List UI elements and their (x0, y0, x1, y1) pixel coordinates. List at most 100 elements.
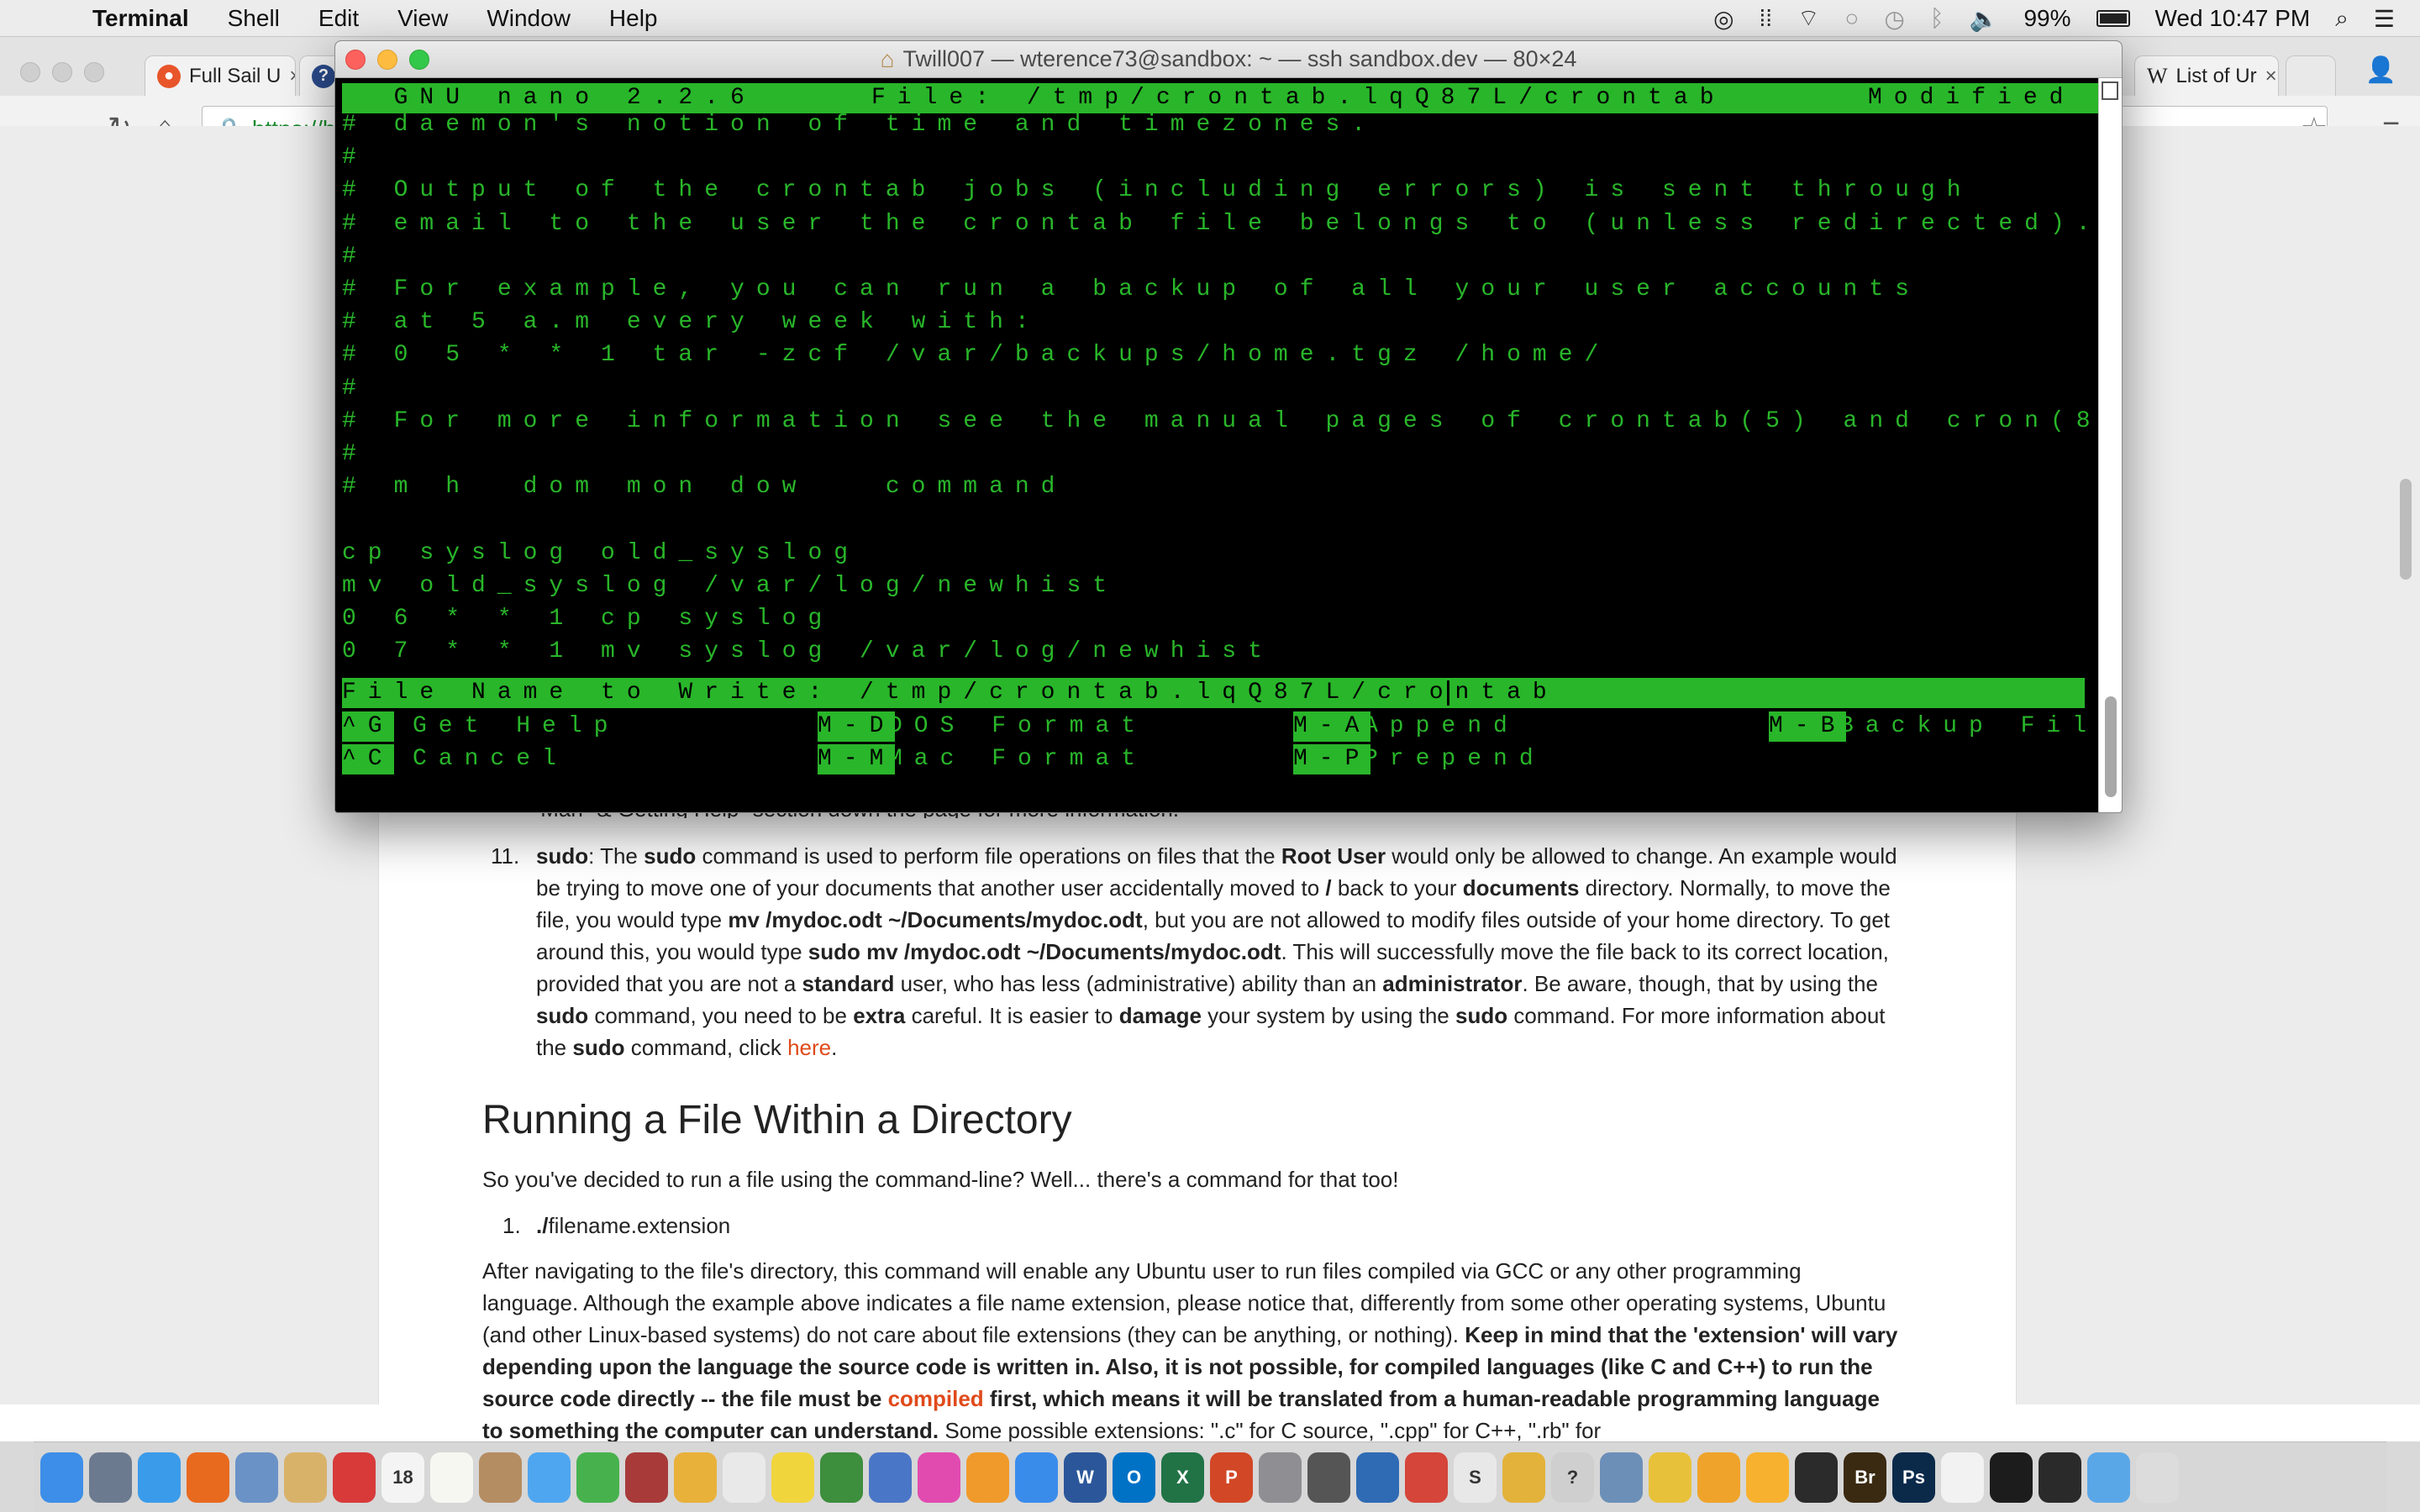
clock[interactable]: Wed 10:47 PM (2155, 5, 2311, 32)
bridge-icon[interactable]: Br (1844, 1452, 1886, 1503)
buffer-line[interactable]: mv old_syslog /var/log/newhist (342, 571, 2098, 601)
excel-icon[interactable]: X (1161, 1452, 1204, 1503)
shortcut-key[interactable]: ^G (342, 711, 394, 742)
outlook-icon[interactable]: O (1113, 1452, 1155, 1503)
chrome-icon[interactable] (1649, 1452, 1691, 1503)
system-preferences-icon[interactable] (1259, 1452, 1302, 1503)
battery-icon[interactable] (2096, 10, 2130, 27)
buffer-line[interactable]: # m h dom mon dow command (342, 472, 2098, 502)
photoshop-icon[interactable]: Ps (1892, 1452, 1935, 1503)
shortcut-key[interactable]: M-P (1293, 744, 1371, 774)
notification-center-icon[interactable]: ☰ (2374, 5, 2395, 33)
browser-max-dot[interactable] (84, 62, 104, 82)
word-icon[interactable]: W (1064, 1452, 1107, 1503)
numbers-icon[interactable] (820, 1452, 863, 1503)
safari-icon[interactable] (138, 1452, 181, 1503)
buffer-line[interactable]: # at 5 a.m every week with: (342, 307, 2098, 338)
script-editor-icon[interactable] (723, 1452, 765, 1503)
ibooks-icon[interactable] (966, 1452, 1009, 1503)
activity-icon[interactable] (1307, 1452, 1350, 1503)
buffer-line[interactable] (342, 505, 2098, 535)
buffer-line[interactable]: 0 7 * * 1 mv syslog /var/log/newhist (342, 637, 2098, 667)
box-icon[interactable] (1600, 1452, 1643, 1503)
browser-tab-fullsail[interactable]: ● Full Sail U × (145, 55, 296, 96)
buffer-line[interactable]: # (342, 374, 2098, 404)
folder-icon[interactable] (2087, 1452, 2130, 1503)
buffer-line[interactable]: # (342, 439, 2098, 470)
creative-cloud-icon[interactable]: ◎ (1713, 5, 1733, 33)
shortcut-key[interactable]: ^C (342, 744, 394, 774)
speech-icon[interactable] (1405, 1452, 1448, 1503)
nano-editor[interactable]: GNU nano 2.2.6 File: /tmp/crontab.lqQ87L… (342, 83, 2098, 807)
terminal-titlebar[interactable]: ⌂ Twill007 — wterence73@sandbox: ~ — ssh… (335, 41, 2122, 78)
photo-booth-2-icon[interactable] (625, 1452, 668, 1503)
shortcut-key[interactable]: M-B (1769, 711, 1847, 742)
new-tab-button[interactable] (2286, 55, 2336, 96)
terminal-scrollbar[interactable] (2105, 696, 2117, 797)
shortcut-key[interactable]: M-A (1293, 711, 1371, 742)
buffer-line[interactable]: # daemon's notion of time and timezones. (342, 110, 2098, 140)
buffer-line[interactable]: # Output of the crontab jobs (including … (342, 176, 2098, 206)
sketch-icon[interactable] (1746, 1452, 1789, 1503)
volume-icon[interactable]: 🔈 (1970, 5, 1999, 33)
page-scrollbar[interactable] (2400, 479, 2412, 580)
contacts-icon[interactable] (479, 1452, 522, 1503)
tower-icon[interactable] (1502, 1452, 1545, 1503)
profile-icon[interactable]: 👤 (2365, 55, 2396, 85)
scrivener-icon[interactable]: S (1454, 1452, 1497, 1503)
buffer-line[interactable]: # (342, 242, 2098, 272)
bluetooth-icon[interactable]: ᛒ (1930, 5, 1944, 32)
photos-icon[interactable] (674, 1452, 717, 1503)
buffer-line[interactable]: # (342, 143, 2098, 173)
zoom-button[interactable] (409, 50, 429, 70)
app-store-icon[interactable] (1015, 1452, 1058, 1503)
menu-shell[interactable]: Shell (228, 5, 280, 32)
buffer-line[interactable]: # For example, you can run a backup of a… (342, 275, 2098, 305)
docs-icon[interactable] (1941, 1452, 1984, 1503)
here-link[interactable]: here (787, 1035, 831, 1060)
preview-icon[interactable] (235, 1452, 278, 1503)
compiled-link[interactable]: compiled (888, 1386, 984, 1411)
tab-close-icon[interactable]: × (289, 65, 295, 88)
textedit-icon[interactable] (430, 1452, 473, 1503)
shortcut-key[interactable]: M-D (818, 711, 896, 742)
menu-edit[interactable]: Edit (318, 5, 359, 32)
wifi-icon[interactable]: ⌔ (1797, 4, 1819, 34)
finder-icon[interactable] (40, 1452, 83, 1503)
menu-view[interactable]: View (397, 5, 448, 32)
spotlight-search-icon[interactable]: ⌕ (2335, 5, 2349, 33)
buffer-line[interactable]: 0 6 * * 1 cp syslog (342, 604, 2098, 634)
buffer-line[interactable]: # For more information see the manual pa… (342, 407, 2098, 437)
chat-bubble-icon[interactable]: ○ (1844, 5, 1859, 32)
join-me-icon[interactable] (1697, 1452, 1740, 1503)
minimize-button[interactable] (377, 50, 397, 70)
trash-icon[interactable] (2136, 1452, 2179, 1503)
powerpoint-icon[interactable]: P (1210, 1452, 1253, 1503)
itunes-icon[interactable] (918, 1452, 960, 1503)
terminal-window[interactable]: ⌂ Twill007 — wterence73@sandbox: ~ — ssh… (334, 40, 2123, 813)
terminal-icon[interactable] (1990, 1452, 2033, 1503)
browser-tab-wikipedia[interactable]: W List of Ur × (2134, 55, 2279, 96)
browser-min-dot[interactable] (52, 62, 72, 82)
buffer-line[interactable]: # email to the user the crontab file bel… (342, 209, 2098, 239)
calendar-icon[interactable]: 18 (381, 1452, 424, 1503)
menu-help[interactable]: Help (609, 5, 658, 32)
buffer-line[interactable]: cp syslog old_syslog (342, 538, 2098, 569)
close-button[interactable] (345, 50, 366, 70)
tab-close-icon[interactable]: × (2265, 65, 2277, 88)
photo-booth-icon[interactable] (333, 1452, 376, 1503)
notes-icon[interactable] (284, 1452, 327, 1503)
grid-dots-icon[interactable]: ⁞⁞ (1760, 5, 1773, 32)
split-pane-icon[interactable] (2102, 81, 2118, 100)
virtualbox-icon[interactable] (1356, 1452, 1399, 1503)
keynote-icon[interactable] (869, 1452, 912, 1503)
browser-close-dot[interactable] (20, 62, 40, 82)
time-machine-icon[interactable]: ◷ (1884, 5, 1904, 33)
menu-window[interactable]: Window (487, 5, 571, 32)
shortcut-key[interactable]: M-M (818, 744, 896, 774)
save-filename-prompt[interactable]: File Name to Write: /tmp/crontab.lqQ87L/… (342, 678, 2085, 708)
stickies-icon[interactable] (771, 1452, 814, 1503)
screen-icon[interactable] (2039, 1452, 2081, 1503)
launchpad-icon[interactable] (89, 1452, 132, 1503)
facetime-icon[interactable] (576, 1452, 619, 1503)
